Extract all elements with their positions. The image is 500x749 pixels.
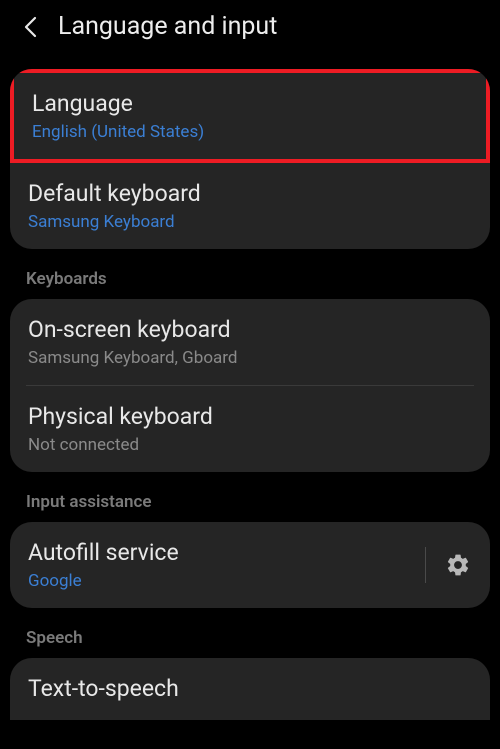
language-value: English (United States) bbox=[32, 121, 468, 143]
speech-card: Text-to-speech bbox=[10, 658, 490, 720]
default-keyboard-value: Samsung Keyboard bbox=[28, 211, 472, 233]
back-icon[interactable] bbox=[18, 15, 42, 39]
autofill-gear-wrap bbox=[425, 547, 472, 583]
physical-keyboard-title: Physical keyboard bbox=[28, 402, 472, 432]
tts-title: Text-to-speech bbox=[28, 674, 472, 704]
default-keyboard-title: Default keyboard bbox=[28, 179, 472, 209]
input-assistance-section-label: Input assistance bbox=[0, 472, 500, 522]
onscreen-keyboard-value: Samsung Keyboard, Gboard bbox=[28, 347, 472, 369]
speech-section-label: Speech bbox=[0, 608, 500, 658]
keyboards-card: On-screen keyboard Samsung Keyboard, Gbo… bbox=[10, 299, 490, 472]
page-title: Language and input bbox=[58, 12, 277, 41]
keyboards-section-label: Keyboards bbox=[0, 249, 500, 299]
autofill-row[interactable]: Autofill service Google bbox=[10, 522, 490, 608]
tts-row[interactable]: Text-to-speech bbox=[10, 658, 490, 720]
language-title: Language bbox=[32, 89, 468, 119]
input-assistance-card: Autofill service Google bbox=[10, 522, 490, 608]
onscreen-keyboard-title: On-screen keyboard bbox=[28, 315, 472, 345]
default-keyboard-row[interactable]: Default keyboard Samsung Keyboard bbox=[10, 163, 490, 249]
autofill-text: Autofill service Google bbox=[28, 538, 179, 592]
physical-keyboard-row[interactable]: Physical keyboard Not connected bbox=[10, 386, 490, 472]
gear-icon[interactable] bbox=[444, 551, 472, 579]
autofill-title: Autofill service bbox=[28, 538, 179, 568]
general-card: Language English (United States) Default… bbox=[10, 69, 490, 249]
autofill-value: Google bbox=[28, 570, 179, 592]
language-row[interactable]: Language English (United States) bbox=[10, 69, 490, 163]
onscreen-keyboard-row[interactable]: On-screen keyboard Samsung Keyboard, Gbo… bbox=[10, 299, 490, 385]
header: Language and input bbox=[0, 0, 500, 57]
physical-keyboard-value: Not connected bbox=[28, 434, 472, 456]
vertical-separator bbox=[425, 547, 426, 583]
